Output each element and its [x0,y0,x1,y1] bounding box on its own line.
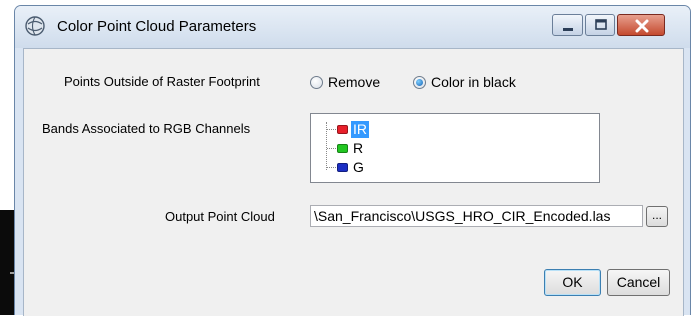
green-swatch-icon [337,144,348,153]
output-path-field[interactable]: \San_Francisco\USGS_HRO_CIR_Encoded.las [310,205,643,227]
color-in-black-radio-label[interactable]: Color in black [431,74,516,90]
band-item-g[interactable]: G [311,159,599,176]
band-label-ir: IR [351,121,369,138]
footprint-label: Points Outside of Raster Footprint [64,74,260,89]
band-label-g: G [353,159,364,175]
dialog-body: Points Outside of Raster Footprint Remov… [23,48,684,316]
red-swatch-icon [337,125,348,134]
ok-button[interactable]: OK [544,269,601,296]
maximize-icon [595,19,607,30]
remove-radio[interactable] [310,76,323,89]
close-button[interactable] [617,14,665,36]
remove-radio-label[interactable]: Remove [328,74,380,90]
color-in-black-radio[interactable] [413,76,426,89]
cancel-button[interactable]: Cancel [607,269,670,296]
bands-label: Bands Associated to RGB Channels [42,121,251,136]
arcgis-globe-icon [25,16,45,36]
maximize-button[interactable] [585,14,615,36]
minimize-icon [563,28,573,31]
minimize-button[interactable] [552,14,583,36]
browse-button[interactable]: ... [646,206,668,227]
band-label-r: R [353,140,364,156]
output-label: Output Point Cloud [165,209,275,224]
tree-branch [327,148,336,149]
blue-swatch-icon [337,163,348,172]
close-icon [635,19,649,33]
dialog-window: Color Point Cloud Parameters Points Outs… [14,5,691,316]
title-bar[interactable]: Color Point Cloud Parameters [15,6,690,48]
band-item-ir[interactable]: IR [311,121,599,138]
bands-tree[interactable]: IR R G [310,113,600,183]
window-title: Color Point Cloud Parameters [57,18,257,35]
tree-branch [327,129,336,130]
tree-branch [327,167,336,168]
band-item-r[interactable]: R [311,140,599,157]
